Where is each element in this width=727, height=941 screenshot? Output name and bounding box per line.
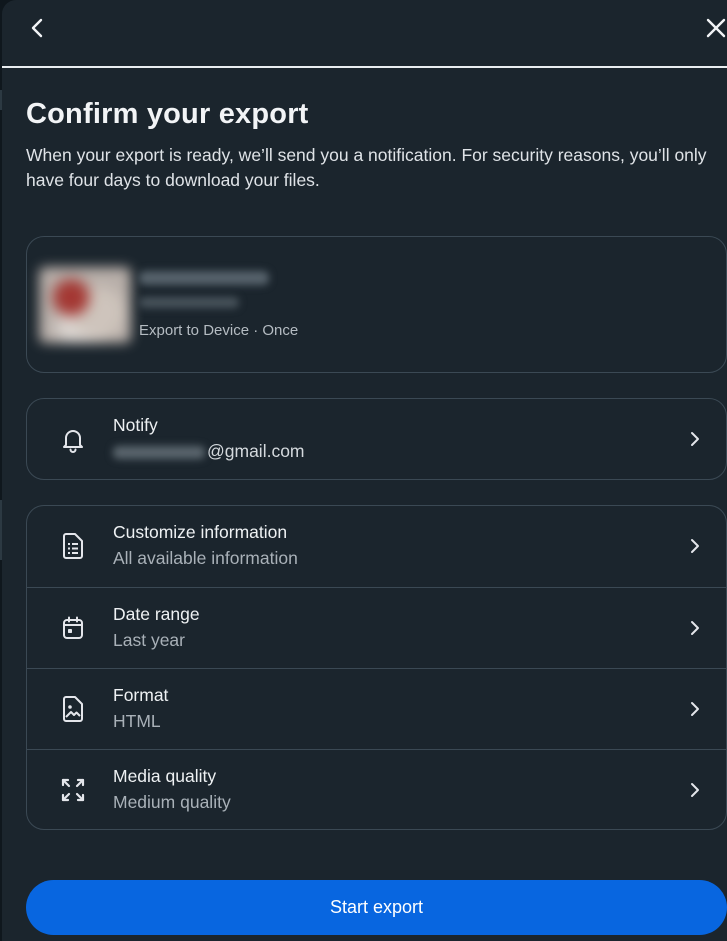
document-list-icon: [63, 533, 83, 559]
account-handle-redacted: [139, 297, 239, 308]
email-domain: @gmail.com: [207, 441, 305, 461]
chevron-right-icon: [691, 702, 699, 716]
customize-information-row[interactable]: Customize information All available info…: [27, 506, 726, 587]
notify-title: Notify: [113, 415, 158, 435]
account-avatar: [39, 267, 131, 343]
date-range-row[interactable]: Date range Last year: [27, 587, 726, 669]
media-quality-row[interactable]: Media quality Medium quality: [27, 749, 726, 831]
page-title: Confirm your export: [26, 98, 309, 130]
row-value: Medium quality: [113, 792, 231, 812]
row-value: All available information: [113, 548, 298, 568]
row-value: HTML: [113, 711, 161, 731]
image-file-icon: [63, 696, 83, 722]
export-destination: Export to Device · Once: [139, 322, 299, 339]
expand-arrows-icon: [61, 778, 85, 802]
chevron-right-icon: [691, 539, 699, 553]
row-title: Format: [113, 685, 169, 705]
chevron-right-icon: [691, 621, 699, 635]
page-subtitle: When your export is ready, we’ll send yo…: [26, 145, 707, 190]
format-row[interactable]: Format HTML: [27, 668, 726, 750]
chevron-right-icon: [691, 783, 699, 797]
close-button[interactable]: [700, 12, 727, 44]
calendar-icon: [63, 616, 83, 639]
close-icon: [706, 18, 726, 38]
account-card: Export to Device · Once: [26, 236, 727, 373]
back-button[interactable]: [22, 12, 54, 44]
chevron-left-icon: [31, 18, 43, 38]
account-name-redacted: [139, 271, 269, 285]
notify-row[interactable]: Notify @gmail.com: [27, 399, 726, 481]
notify-card[interactable]: Notify @gmail.com: [26, 398, 727, 480]
row-title: Media quality: [113, 766, 217, 786]
bell-icon: [63, 430, 83, 453]
email-redacted: [113, 445, 205, 459]
row-title: Date range: [113, 604, 200, 624]
row-value: Last year: [113, 630, 185, 650]
chevron-right-icon: [691, 432, 699, 446]
row-title: Customize information: [113, 522, 288, 542]
export-dialog: Confirm your export When your export is …: [2, 0, 727, 941]
start-export-button[interactable]: Start export: [26, 880, 727, 935]
notify-email: @gmail.com: [113, 441, 305, 462]
dialog-header: [2, 0, 727, 68]
export-settings-card: Customize information All available info…: [26, 505, 727, 830]
